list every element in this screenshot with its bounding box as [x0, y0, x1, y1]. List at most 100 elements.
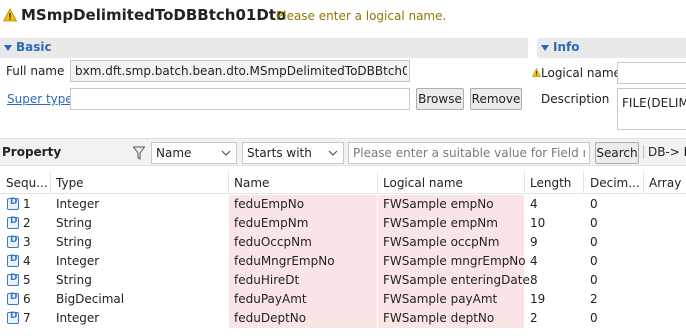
- cell-logical: FWSample payAmt: [383, 292, 498, 306]
- filter-mode-select[interactable]: Starts with: [242, 142, 344, 164]
- warning-icon: [3, 8, 17, 22]
- info-section-label: Info: [553, 40, 580, 54]
- cell-length: 8: [530, 273, 538, 287]
- field-search-input[interactable]: [348, 142, 590, 164]
- cell-name: feduEmpNm: [234, 216, 309, 230]
- cell-decimal: 0: [590, 197, 598, 211]
- full-name-value: bxm.dft.smp.batch.bean.dto.MSmpDelimited…: [75, 64, 407, 78]
- chevron-down-icon: [221, 150, 231, 156]
- cell-type: String: [56, 273, 92, 287]
- db-io-link[interactable]: DB-> IO: [643, 145, 686, 159]
- field-search-text[interactable]: [349, 143, 589, 163]
- cell-length: 4: [530, 254, 538, 268]
- super-type-field[interactable]: [70, 88, 410, 110]
- cell-type: Integer: [56, 254, 100, 268]
- cell-length: 2: [530, 311, 538, 325]
- field-type-icon: [7, 292, 19, 305]
- field-type-icon: [7, 216, 19, 229]
- filter-field-value: Name: [156, 146, 192, 160]
- cell-decimal: 0: [590, 254, 598, 268]
- table-header: Sequ... Type Name Logical name Length De…: [0, 172, 686, 194]
- logical-name-field[interactable]: [617, 62, 686, 84]
- remove-button[interactable]: Remove: [470, 88, 522, 110]
- cell-name: feduOccpNm: [234, 235, 312, 249]
- cell-type: BigDecimal: [56, 292, 125, 306]
- warning-icon: [532, 68, 541, 77]
- cell-sequence: 6: [23, 292, 31, 306]
- column-header-decimal[interactable]: Decim...: [590, 176, 640, 190]
- cell-decimal: 0: [590, 235, 598, 249]
- cell-length: 4: [530, 197, 538, 211]
- cell-name: feduEmpNo: [234, 197, 305, 211]
- cell-type: String: [56, 216, 92, 230]
- column-header-length[interactable]: Length: [530, 176, 571, 190]
- browse-button[interactable]: Browse: [416, 88, 464, 110]
- cell-logical: FWSample empNo: [383, 197, 494, 211]
- cell-logical: FWSample mngrEmpNo: [383, 254, 526, 268]
- validation-message: Please enter a logical name.: [276, 9, 447, 23]
- cell-sequence: 5: [23, 273, 31, 287]
- filter-icon[interactable]: [133, 146, 145, 160]
- cell-type: Integer: [56, 197, 100, 211]
- cell-name: feduPayAmt: [234, 292, 307, 306]
- column-header-logical-name[interactable]: Logical name: [383, 176, 463, 190]
- cell-name: feduDeptNo: [234, 311, 307, 325]
- cell-sequence: 3: [23, 235, 31, 249]
- filter-field-select[interactable]: Name: [151, 142, 237, 164]
- description-field[interactable]: FILE(DELIMIT: [617, 88, 686, 130]
- cell-type: String: [56, 235, 92, 249]
- full-name-label: Full name: [6, 64, 65, 78]
- field-type-icon: [7, 254, 19, 267]
- cell-length: 9: [530, 235, 538, 249]
- field-type-icon: [7, 311, 19, 324]
- table-row[interactable]: 1 Integer feduEmpNo FWSample empNo 4 0: [0, 195, 686, 214]
- basic-section-header[interactable]: Basic: [0, 38, 528, 58]
- cell-logical: FWSample enteringDate: [383, 273, 530, 287]
- field-type-icon: [7, 197, 19, 210]
- full-name-field[interactable]: bxm.dft.smp.batch.bean.dto.MSmpDelimited…: [70, 60, 410, 82]
- cell-length: 19: [530, 292, 546, 306]
- super-type-link[interactable]: Super type: [7, 92, 73, 106]
- column-header-sequence[interactable]: Sequ...: [6, 176, 48, 190]
- table-row[interactable]: 4 Integer feduMngrEmpNo FWSample mngrEmpNo 4…: [0, 252, 686, 271]
- filter-mode-value: Starts with: [247, 146, 312, 160]
- cell-length: 10: [530, 216, 546, 230]
- table-row[interactable]: 3 String feduOccpNm FWSample occpNm 9 0: [0, 233, 686, 252]
- cell-decimal: 0: [590, 216, 598, 230]
- collapse-triangle-icon: [541, 45, 549, 51]
- description-value: FILE(DELIMIT: [622, 96, 686, 110]
- table-row[interactable]: 7 Integer feduDeptNo FWSample deptNo 2 0: [0, 309, 686, 328]
- cell-decimal: 2: [590, 292, 598, 306]
- cell-logical: FWSample deptNo: [383, 311, 495, 325]
- field-type-icon: [7, 235, 19, 248]
- column-header-type[interactable]: Type: [56, 176, 84, 190]
- collapse-triangle-icon: [4, 45, 12, 51]
- cell-logical: FWSample empNm: [383, 216, 498, 230]
- column-header-name[interactable]: Name: [234, 176, 269, 190]
- search-button[interactable]: Search: [595, 142, 639, 164]
- dto-title: MSmpDelimitedToDBBtch01Dto: [21, 6, 287, 24]
- cell-sequence: 2: [23, 216, 31, 230]
- chevron-down-icon: [328, 150, 338, 156]
- property-label: Property: [2, 145, 62, 159]
- cell-logical: FWSample occpNm: [383, 235, 500, 249]
- table-row[interactable]: 6 BigDecimal feduPayAmt FWSample payAmt 19 2: [0, 290, 686, 309]
- cell-type: Integer: [56, 311, 100, 325]
- cell-sequence: 4: [23, 254, 31, 268]
- column-header-array[interactable]: Array: [649, 176, 681, 190]
- logical-name-label: Logical name: [541, 66, 621, 80]
- cell-sequence: 1: [23, 197, 31, 211]
- basic-section-label: Basic: [16, 40, 52, 54]
- cell-decimal: 0: [590, 273, 598, 287]
- info-section-header[interactable]: Info: [537, 38, 686, 58]
- property-toolbar: Property Name Starts with Search DB-> IO: [0, 138, 686, 166]
- table-row[interactable]: 5 String feduHireDt FWSample enteringDate8 0: [0, 271, 686, 290]
- field-type-icon: [7, 273, 19, 286]
- cell-name: feduHireDt: [234, 273, 300, 287]
- editor-header: MSmpDelimitedToDBBtch01Dto Please enter …: [0, 0, 686, 32]
- cell-sequence: 7: [23, 311, 31, 325]
- description-label: Description: [541, 92, 610, 106]
- table-row[interactable]: 2 String feduEmpNm FWSample empNm 10 0: [0, 214, 686, 233]
- cell-decimal: 0: [590, 311, 598, 325]
- cell-name: feduMngrEmpNo: [234, 254, 335, 268]
